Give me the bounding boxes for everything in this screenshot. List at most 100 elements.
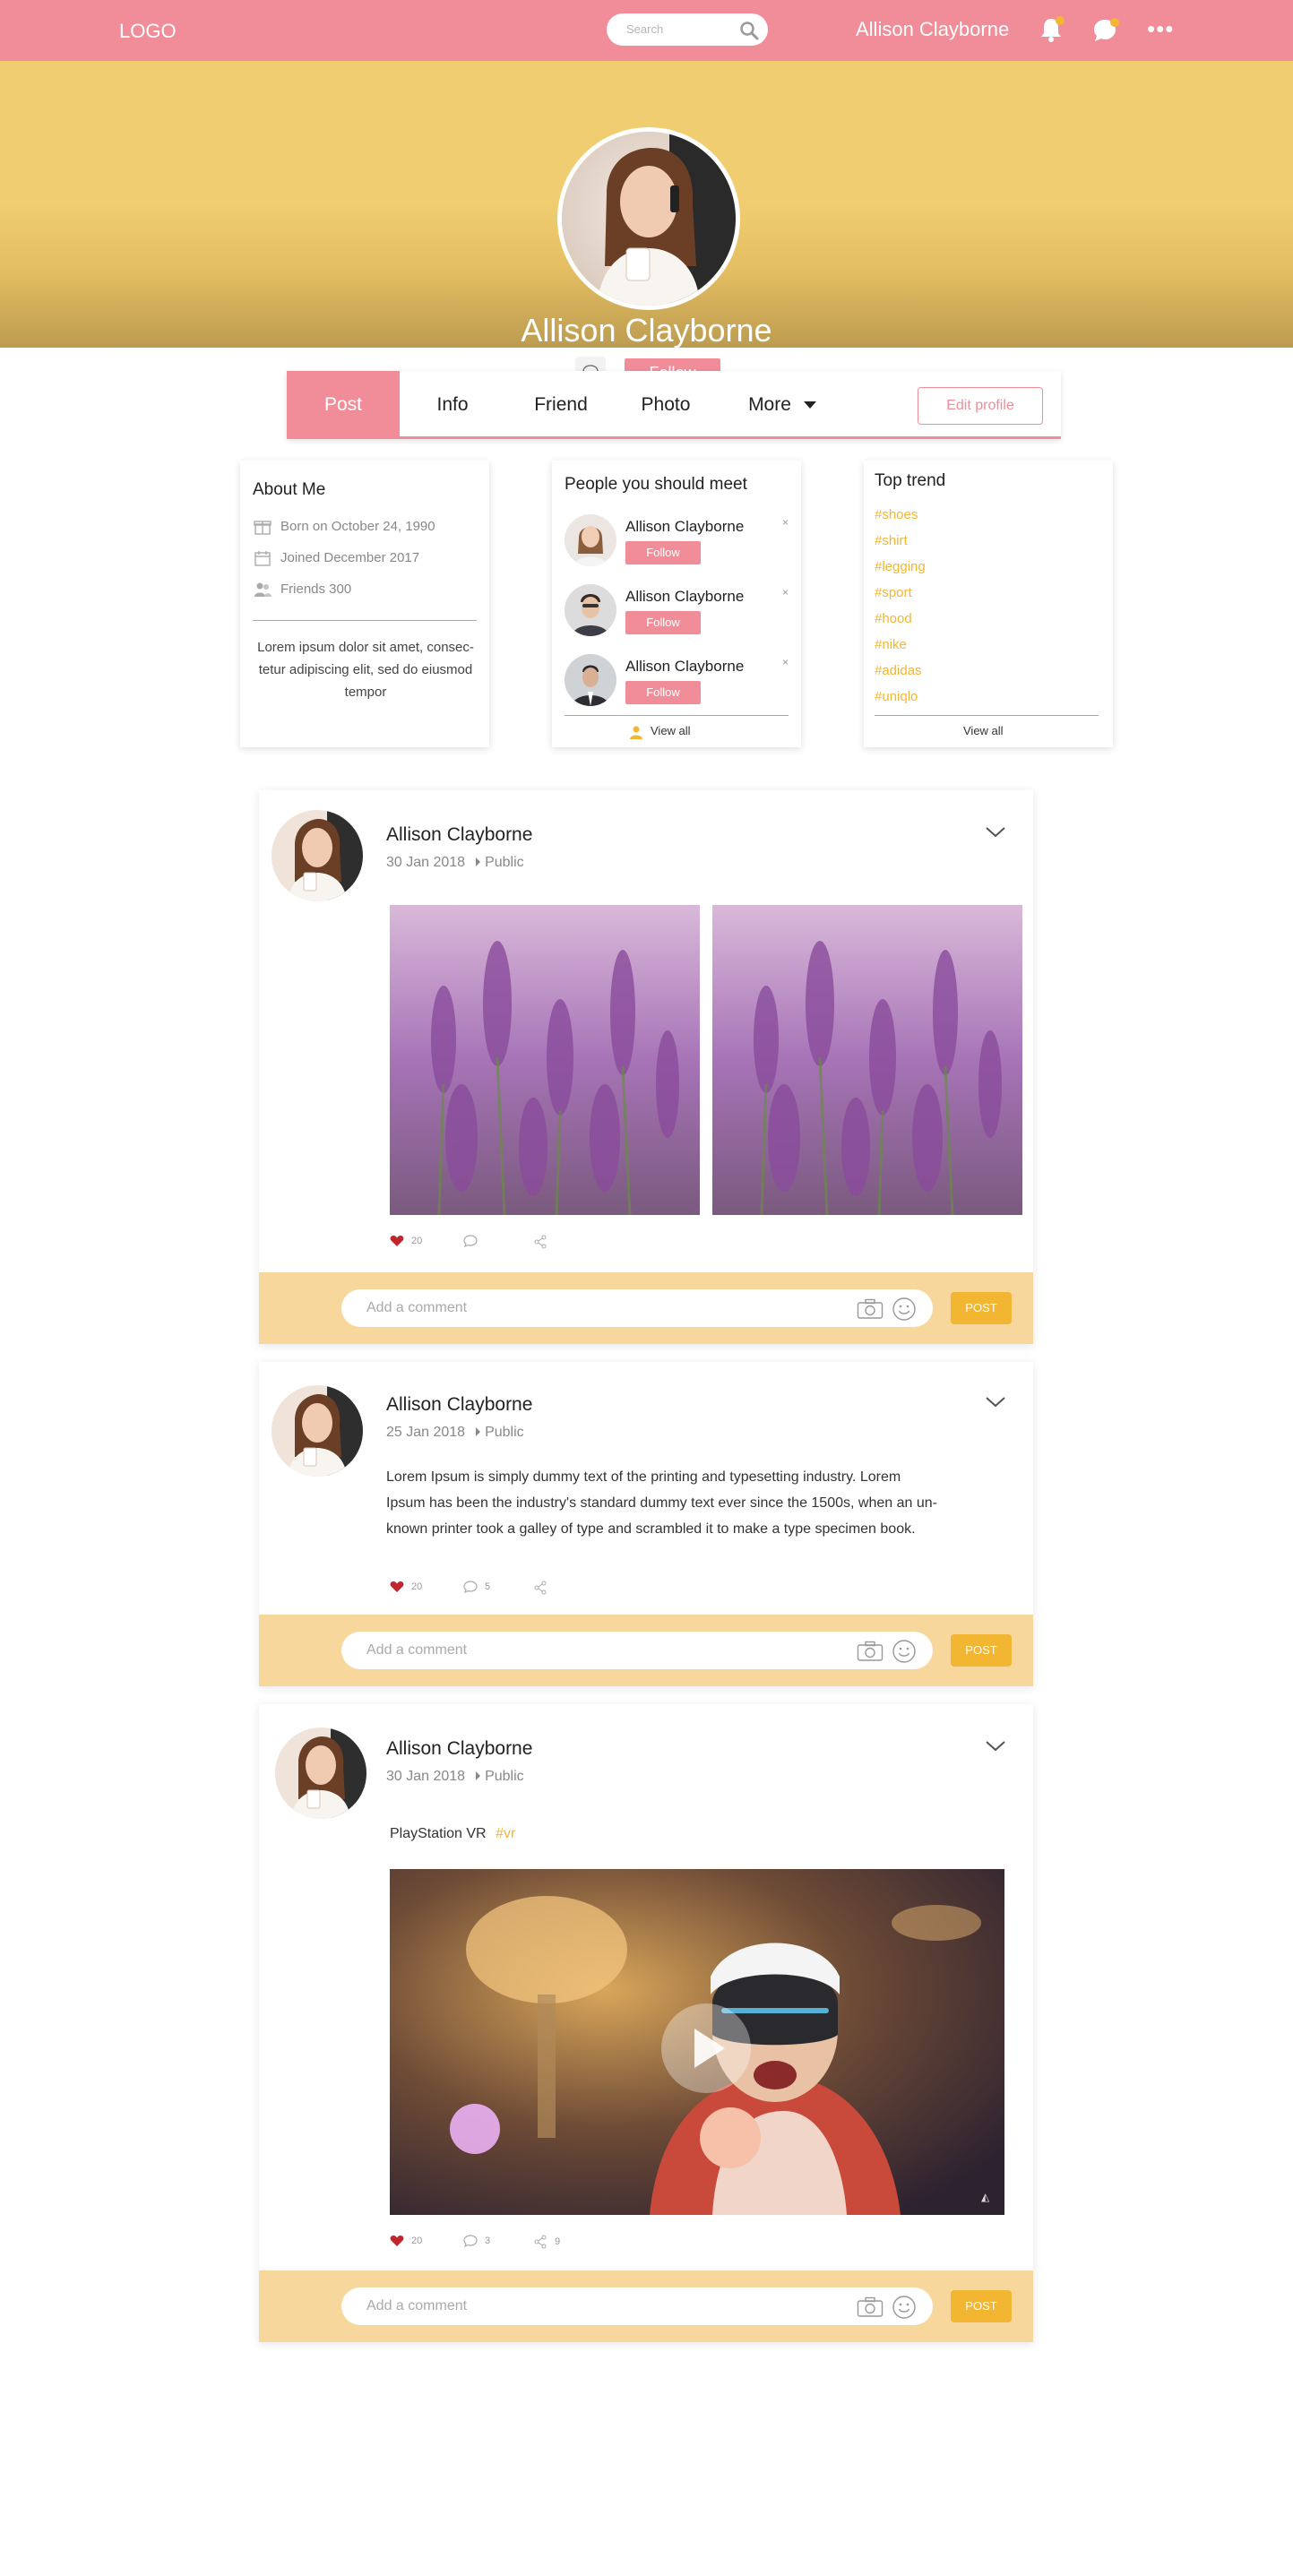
trend-tag[interactable]: #shirt <box>875 533 908 548</box>
post-date: 30 Jan 2018 <box>386 1769 466 1784</box>
notification-bell-icon[interactable] <box>1039 16 1065 43</box>
like-count: 20 <box>411 2235 423 2246</box>
joined-text: Joined December 2017 <box>280 549 420 565</box>
comment-bar: Add a comment POST <box>259 1615 1033 1686</box>
comment-placeholder: Add a comment <box>366 2298 468 2313</box>
post-card: Allison Clayborne 25 Jan 2018 Public Lore… <box>259 1362 1033 1686</box>
lavender-photo <box>390 905 700 1215</box>
tab-more-label: More <box>748 394 791 415</box>
trend-tag[interactable]: #hood <box>875 611 912 626</box>
camera-icon[interactable] <box>857 2296 884 2318</box>
person-name[interactable]: Allison Clayborne <box>625 518 744 536</box>
post-author-avatar[interactable] <box>272 810 363 901</box>
camera-icon[interactable] <box>857 1298 884 1320</box>
tab-info[interactable]: Info <box>400 371 505 439</box>
like-count: 20 <box>411 1235 423 1246</box>
post-author-avatar[interactable] <box>275 1727 366 1819</box>
people-view-all-label: View all <box>651 724 691 737</box>
like-action[interactable]: 20 <box>390 1235 422 1247</box>
share-action[interactable] <box>533 1581 555 1595</box>
chevron-down-icon[interactable] <box>985 1396 1006 1409</box>
caption-text: PlayStation VR <box>390 1826 487 1841</box>
post-video[interactable]: ◭ <box>390 1869 1004 2215</box>
dismiss-icon[interactable]: × <box>782 656 789 668</box>
header-user-name[interactable]: Allison Clayborne <box>856 18 1009 41</box>
post-author-avatar[interactable] <box>272 1385 363 1477</box>
emoji-icon[interactable] <box>892 2295 917 2320</box>
logo[interactable]: LOGO <box>119 20 177 43</box>
share-action[interactable]: 9 <box>533 2235 560 2249</box>
trend-tag[interactable]: #sport <box>875 585 912 600</box>
vr-video-thumbnail: ◭ <box>390 1869 1004 2215</box>
post-comment-button[interactable]: POST <box>951 2290 1012 2322</box>
trend-tag[interactable]: #legging <box>875 559 926 574</box>
dismiss-icon[interactable]: × <box>782 586 789 599</box>
tab-post[interactable]: Post <box>287 371 400 439</box>
post-image[interactable] <box>390 905 700 1215</box>
person-follow-button[interactable]: Follow <box>625 681 701 704</box>
post-comment-button[interactable]: POST <box>951 1292 1012 1324</box>
caption-hashtag[interactable]: #vr <box>496 1826 515 1841</box>
more-menu-icon[interactable]: ••• <box>1147 17 1174 40</box>
notification-dot <box>1056 16 1065 25</box>
post-author-name[interactable]: Allison Clayborne <box>386 1738 532 1760</box>
tab-photo[interactable]: Photo <box>616 371 715 439</box>
camera-icon[interactable] <box>857 1641 884 1662</box>
trend-tag[interactable]: #shoes <box>875 507 918 522</box>
comment-placeholder: Add a comment <box>366 1300 468 1315</box>
messages-icon[interactable] <box>1091 16 1119 43</box>
edit-profile-button[interactable]: Edit profile <box>918 387 1043 425</box>
messages-dot <box>1110 18 1119 27</box>
post-actions: 20 <box>390 1235 659 1253</box>
comment-action[interactable] <box>463 1235 485 1248</box>
suggested-person: Allison Clayborne Follow × <box>565 584 789 643</box>
friends-text: Friends 300 <box>280 581 352 597</box>
post-comment-button[interactable]: POST <box>951 1634 1012 1667</box>
person-follow-button[interactable]: Follow <box>625 541 701 564</box>
suggested-person: Allison Clayborne Follow × <box>565 514 789 573</box>
trend-tag[interactable]: #adidas <box>875 663 922 678</box>
person-avatar[interactable] <box>565 654 616 706</box>
search-icon[interactable] <box>739 21 759 40</box>
profile-avatar[interactable] <box>557 127 740 310</box>
person-avatar[interactable] <box>565 584 616 636</box>
emoji-icon[interactable] <box>892 1297 917 1322</box>
post-visibility[interactable]: Public <box>485 1769 524 1784</box>
trend-tag[interactable]: #nike <box>875 637 907 652</box>
comment-input[interactable]: Add a comment <box>341 1632 933 1669</box>
person-follow-button[interactable]: Follow <box>625 611 701 634</box>
heart-icon <box>390 1581 404 1592</box>
caret-down-icon <box>803 401 816 409</box>
emoji-icon[interactable] <box>892 1639 917 1664</box>
person-name[interactable]: Allison Clayborne <box>625 658 744 676</box>
post-image[interactable] <box>712 905 1022 1215</box>
people-view-all[interactable]: View all <box>629 724 691 739</box>
share-action[interactable] <box>533 1235 555 1249</box>
gift-icon <box>254 521 272 535</box>
search-input[interactable]: Search <box>607 13 768 46</box>
like-action[interactable]: 20 <box>390 2235 422 2247</box>
post-author-name[interactable]: Allison Clayborne <box>386 824 532 846</box>
comment-input[interactable]: Add a comment <box>341 2287 933 2325</box>
tab-more[interactable]: More <box>715 371 849 439</box>
about-bio: Lorem ipsum dolor sit amet, consec-tetur… <box>257 640 474 700</box>
post-author-name[interactable]: Allison Clayborne <box>386 1394 532 1416</box>
tab-friend[interactable]: Friend <box>505 371 616 439</box>
person-icon <box>630 726 642 739</box>
post-visibility[interactable]: Public <box>485 855 524 870</box>
comment-action[interactable]: 3 <box>463 2235 490 2248</box>
post-caption: PlayStation VR #vr <box>390 1821 515 1847</box>
trend-tag[interactable]: #uniqlo <box>875 689 918 704</box>
trend-view-all[interactable]: View all <box>963 724 1004 737</box>
chevron-down-icon[interactable] <box>985 826 1006 839</box>
profile-name: Allison Clayborne <box>521 312 772 349</box>
person-avatar[interactable] <box>565 514 616 566</box>
comment-input[interactable]: Add a comment <box>341 1289 933 1327</box>
like-action[interactable]: 20 <box>390 1581 422 1593</box>
dismiss-icon[interactable]: × <box>782 516 789 529</box>
chevron-down-icon[interactable] <box>985 1740 1006 1753</box>
profile-tabs: Post Info Friend Photo More Edit profile <box>287 371 1061 439</box>
post-visibility[interactable]: Public <box>485 1425 524 1440</box>
comment-action[interactable]: 5 <box>463 1581 490 1594</box>
person-name[interactable]: Allison Clayborne <box>625 588 744 606</box>
